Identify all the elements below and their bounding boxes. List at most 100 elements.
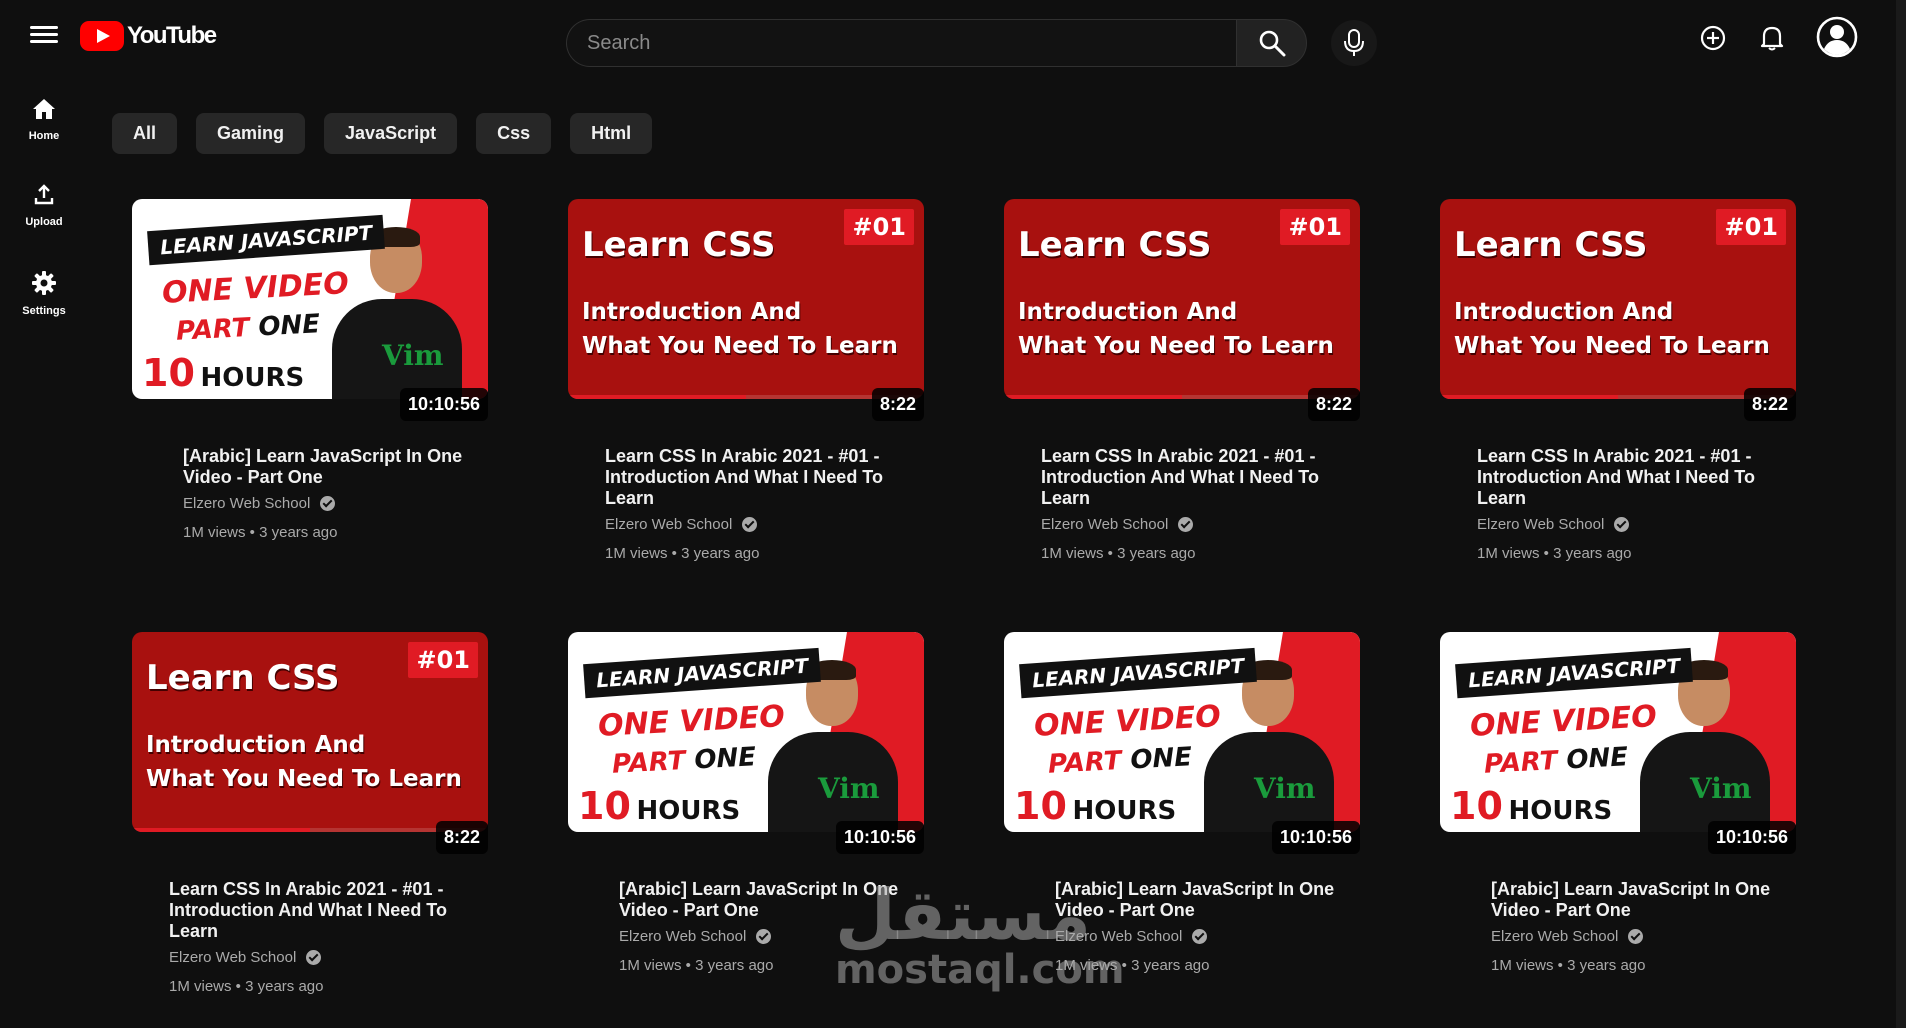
chip-html[interactable]: Html (570, 113, 653, 154)
duration-badge: 8:22 (871, 388, 924, 421)
video-card[interactable]: Vim LEARN JAVASCRIPT ONE VIDEO PART ONE 10 H… (1440, 632, 1800, 974)
video-thumbnail[interactable]: Learn CSS #01 Introduction And What You Nee… (132, 632, 488, 854)
channel-row: Elzero Web School (1055, 928, 1355, 945)
home-icon (33, 99, 55, 119)
video-title[interactable]: [Arabic] Learn JavaScript In One Video -… (1055, 879, 1355, 921)
video-card[interactable]: Learn CSS #01 Introduction And What You Nee… (568, 199, 928, 562)
thumb-title: Learn CSS (1018, 225, 1212, 265)
video-stats: 1M views • 3 years ago (1055, 957, 1210, 974)
video-thumbnail[interactable]: Vim LEARN JAVASCRIPT ONE VIDEO PART ONE 10 H… (132, 199, 488, 421)
presenter-figure: Vim (1204, 660, 1334, 832)
channel-name[interactable]: Elzero Web School (1477, 516, 1604, 533)
video-card[interactable]: Vim LEARN JAVASCRIPT ONE VIDEO PART ONE 10 H… (1004, 632, 1364, 974)
page-scrollbar[interactable] (1896, 0, 1906, 1028)
thumb-hours-number: 10 (578, 784, 631, 828)
channel-name[interactable]: Elzero Web School (1055, 928, 1182, 945)
thumbnail-image: Vim LEARN JAVASCRIPT ONE VIDEO PART ONE 10 H… (132, 199, 488, 399)
notifications-button[interactable] (1752, 18, 1792, 58)
video-stats: 1M views • 3 years ago (183, 524, 338, 541)
channel-name[interactable]: Elzero Web School (605, 516, 732, 533)
thumb-subtitle-line: Introduction And (146, 732, 366, 758)
voice-search-button[interactable] (1331, 20, 1377, 66)
thumb-subtitle: Introduction And What You Need To Learn (1018, 295, 1334, 363)
video-thumbnail[interactable]: Learn CSS #01 Introduction And What You Nee… (1440, 199, 1796, 421)
duration-badge: 10:10:56 (1707, 821, 1796, 854)
video-title[interactable]: [Arabic] Learn JavaScript In One Video -… (619, 879, 919, 921)
video-thumbnail[interactable]: Learn CSS #01 Introduction And What You Nee… (568, 199, 924, 421)
chip-javascript[interactable]: JavaScript (324, 113, 458, 154)
video-thumbnail[interactable]: Vim LEARN JAVASCRIPT ONE VIDEO PART ONE 10 H… (1004, 632, 1360, 854)
thumb-part-b: ONE (693, 742, 757, 776)
channel-row: Elzero Web School (183, 495, 483, 512)
thumb-part-b: ONE (1565, 742, 1629, 776)
add-circle-icon (1700, 25, 1726, 51)
thumb-part-a: PART (1483, 745, 1559, 780)
duration-badge: 8:22 (1743, 388, 1796, 421)
thumbnail-image: Vim LEARN JAVASCRIPT ONE VIDEO PART ONE 10 H… (1004, 632, 1360, 832)
video-title[interactable]: Learn CSS In Arabic 2021 - #01 - Introdu… (169, 879, 469, 942)
video-meta: Learn CSS In Arabic 2021 - #01 - Introdu… (1041, 446, 1341, 562)
search-input[interactable] (566, 19, 1236, 67)
video-title[interactable]: Learn CSS In Arabic 2021 - #01 - Introdu… (1041, 446, 1341, 509)
thumbnail-image: Vim LEARN JAVASCRIPT ONE VIDEO PART ONE 10 H… (568, 632, 924, 832)
thumb-part: PART ONE (1047, 742, 1192, 779)
thumb-part: PART ONE (175, 309, 320, 346)
channel-row: Elzero Web School (1491, 928, 1791, 945)
channel-name[interactable]: Elzero Web School (619, 928, 746, 945)
thumb-hours-number: 10 (1450, 784, 1503, 828)
sidebar-item-upload[interactable]: Upload (8, 170, 80, 242)
menu-icon[interactable] (28, 22, 60, 48)
youtube-app: YouTube Search Home Upload Settings All … (0, 0, 1906, 1028)
chip-gaming[interactable]: Gaming (196, 113, 306, 154)
thumb-subtitle: Introduction And What You Need To Learn (1454, 295, 1770, 363)
thumb-headline: ONE VIDEO (1033, 699, 1222, 744)
channel-name[interactable]: Elzero Web School (1491, 928, 1618, 945)
chip-css[interactable]: Css (476, 113, 552, 154)
presenter-figure: Vim (768, 660, 898, 832)
account-button[interactable] (1814, 14, 1860, 60)
duration-badge: 8:22 (1307, 388, 1360, 421)
search-button[interactable] (1236, 19, 1307, 67)
video-title[interactable]: [Arabic] Learn JavaScript In One Video -… (1491, 879, 1791, 921)
watch-progress-bar (568, 395, 924, 399)
video-stats: 1M views • 3 years ago (619, 957, 774, 974)
channel-name[interactable]: Elzero Web School (169, 949, 296, 966)
video-stats: 1M views • 3 years ago (1491, 957, 1646, 974)
thumbnail-image: Learn CSS #01 Introduction And What You Nee… (568, 199, 924, 399)
video-thumbnail[interactable]: Vim LEARN JAVASCRIPT ONE VIDEO PART ONE 10 H… (568, 632, 924, 854)
watch-progress-fill (1004, 395, 1182, 399)
thumb-hours: 10 HOURS (142, 351, 304, 395)
video-meta: Learn CSS In Arabic 2021 - #01 - Introdu… (1477, 446, 1777, 562)
video-card[interactable]: Vim LEARN JAVASCRIPT ONE VIDEO PART ONE 10 H… (568, 632, 928, 974)
video-meta: [Arabic] Learn JavaScript In One Video -… (619, 879, 919, 974)
watch-progress-fill (1440, 395, 1618, 399)
thumbnail-image: Learn CSS #01 Introduction And What You Nee… (1440, 199, 1796, 399)
youtube-play-icon (80, 21, 124, 51)
channel-name[interactable]: Elzero Web School (183, 495, 310, 512)
thumbnail-image: Learn CSS #01 Introduction And What You Nee… (1004, 199, 1360, 399)
channel-name[interactable]: Elzero Web School (1041, 516, 1168, 533)
thumb-subtitle-line: What You Need To Learn (146, 766, 462, 792)
create-button[interactable] (1693, 18, 1733, 58)
youtube-logo[interactable]: YouTube (80, 18, 217, 54)
video-card[interactable]: Learn CSS #01 Introduction And What You Nee… (132, 632, 492, 995)
video-thumbnail[interactable]: Learn CSS #01 Introduction And What You Nee… (1004, 199, 1360, 421)
sidebar-item-label: Settings (22, 305, 66, 317)
chip-all[interactable]: All (112, 113, 178, 154)
video-card[interactable]: Learn CSS #01 Introduction And What You Nee… (1440, 199, 1800, 562)
sidebar-item-home[interactable]: Home (8, 84, 80, 156)
watch-progress-bar (132, 828, 488, 832)
video-title[interactable]: [Arabic] Learn JavaScript In One Video -… (183, 446, 483, 488)
video-card[interactable]: Learn CSS #01 Introduction And What You Nee… (1004, 199, 1364, 562)
channel-row: Elzero Web School (605, 516, 905, 533)
verified-check-icon (306, 950, 322, 965)
video-title[interactable]: Learn CSS In Arabic 2021 - #01 - Introdu… (605, 446, 905, 509)
duration-badge: 8:22 (435, 821, 488, 854)
video-card[interactable]: Vim LEARN JAVASCRIPT ONE VIDEO PART ONE 10 H… (132, 199, 492, 541)
search-bar (566, 19, 1307, 67)
video-title[interactable]: Learn CSS In Arabic 2021 - #01 - Introdu… (1477, 446, 1777, 509)
watch-progress-fill (132, 828, 310, 832)
sidebar-item-settings[interactable]: Settings (8, 258, 80, 330)
thumb-headline: ONE VIDEO (597, 699, 786, 744)
video-thumbnail[interactable]: Vim LEARN JAVASCRIPT ONE VIDEO PART ONE 10 H… (1440, 632, 1796, 854)
